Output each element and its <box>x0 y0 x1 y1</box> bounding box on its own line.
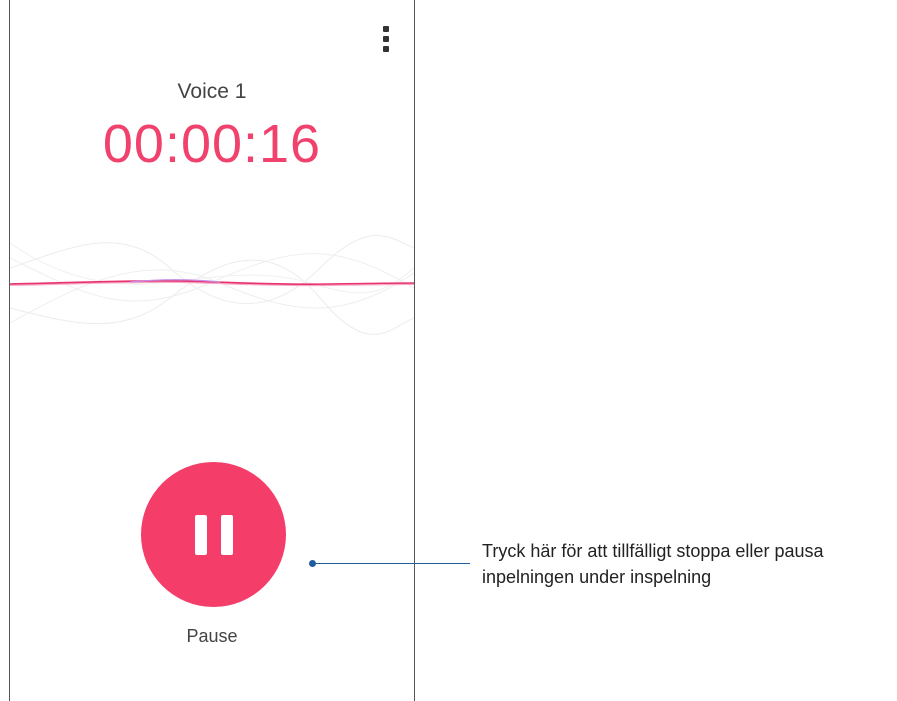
pause-icon <box>194 514 233 555</box>
menu-dot <box>383 36 389 42</box>
screen: Voice 1 00:00:16 Pause Tryck här för att… <box>0 0 897 701</box>
callout-line <box>312 563 470 564</box>
recording-title: Voice 1 <box>177 80 247 103</box>
menu-dot <box>383 26 389 32</box>
menu-dot <box>383 46 389 52</box>
callout-annotation: Tryck här för att tillfälligt stoppa ell… <box>482 541 824 587</box>
pause-button[interactable] <box>141 462 286 607</box>
pause-label: Pause <box>186 626 238 646</box>
callout-pointer <box>309 560 316 567</box>
pause-icon-bar <box>220 514 233 555</box>
more-options-icon[interactable] <box>380 26 392 52</box>
waveform-visualizer <box>10 235 414 335</box>
recording-timer: 00:00:16 <box>102 114 322 174</box>
pause-icon-bar <box>194 514 207 555</box>
recorder-screen: Voice 1 00:00:16 Pause <box>9 0 415 701</box>
